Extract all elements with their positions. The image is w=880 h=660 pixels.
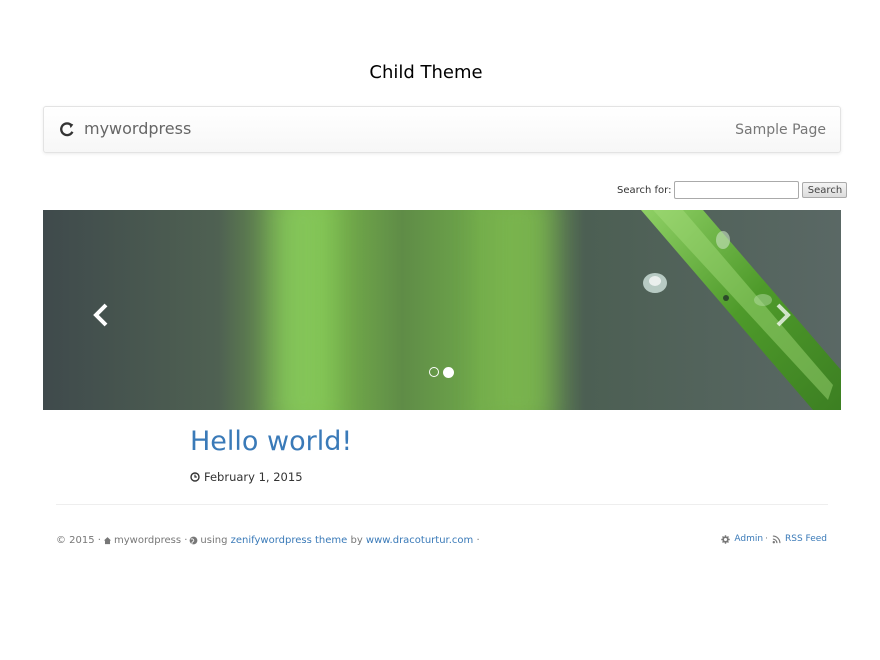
using-text: using: [200, 535, 228, 546]
carousel-indicator-2[interactable]: [443, 366, 454, 378]
post-title[interactable]: Hello world!: [190, 426, 352, 457]
footer-trailing-sep: ·: [476, 535, 480, 546]
home-icon: [103, 537, 112, 545]
chevron-right-icon: [776, 303, 791, 327]
footer-meta-links: Admin · RSS Feed: [719, 534, 827, 544]
rss-feed-link[interactable]: RSS Feed: [785, 534, 827, 544]
footer-credits: © 2015 · mywordpress · using zenifywordp…: [56, 535, 480, 546]
image-carousel: [43, 210, 841, 410]
carousel-indicator-1[interactable]: [429, 367, 439, 377]
clock-icon: [190, 472, 200, 482]
search-button[interactable]: Search: [802, 182, 848, 198]
carousel-next-button[interactable]: [767, 300, 797, 330]
chevron-left-icon: [93, 303, 108, 327]
post-date: February 1, 2015: [190, 470, 303, 484]
footer-divider: [56, 504, 828, 505]
carousel-prev-button[interactable]: [87, 300, 117, 330]
admin-link[interactable]: Admin: [734, 534, 763, 544]
nav-link-sample-page[interactable]: Sample Page: [735, 122, 826, 138]
brand-link[interactable]: mywordpress: [58, 119, 191, 138]
copyright-text: © 2015 ·: [56, 535, 101, 546]
site-title: Child Theme: [369, 62, 483, 83]
slide-image: [43, 210, 841, 410]
post-date-text: February 1, 2015: [204, 470, 303, 484]
refresh-icon: [60, 121, 74, 136]
search-form: Search for: Search: [617, 181, 848, 199]
theme-link[interactable]: zenifywordpress theme: [231, 535, 348, 546]
carousel-indicators: [429, 366, 454, 378]
gear-icon: [721, 534, 731, 544]
search-label: Search for:: [617, 184, 672, 196]
author-link[interactable]: www.dracoturtur.com: [366, 535, 473, 546]
rss-icon: [772, 534, 781, 543]
navbar: mywordpress Sample Page: [43, 106, 841, 153]
brand-name: mywordpress: [84, 119, 192, 138]
globe-icon: [190, 536, 198, 545]
footer-site-name: mywordpress ·: [114, 535, 188, 546]
by-text: by: [350, 535, 363, 546]
footer-sep: ·: [765, 534, 768, 544]
search-input[interactable]: [674, 181, 800, 199]
